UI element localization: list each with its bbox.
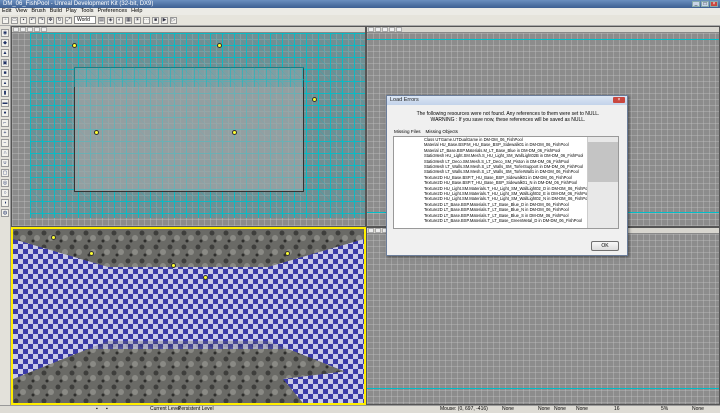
tab-missing-objects[interactable]: Missing Objects <box>425 129 459 134</box>
light-actor-icon[interactable] <box>217 43 222 48</box>
maximize-button[interactable]: □ <box>701 1 709 7</box>
build-lighting-icon[interactable]: ☀ <box>134 16 141 24</box>
light-actor-icon[interactable] <box>285 251 290 256</box>
menu-view[interactable]: View <box>15 8 27 15</box>
open-icon[interactable]: ▭ <box>11 16 18 24</box>
cone-brush-icon[interactable]: ▴ <box>1 79 9 87</box>
menu-play[interactable]: Play <box>66 8 77 15</box>
dialog-message: The following resources were not found. … <box>397 111 619 123</box>
status-none-2: None <box>538 406 550 412</box>
pool-edge-wire <box>74 67 304 87</box>
window-title-bar: DM_06_FishPool - Unreal Development Kit … <box>0 0 720 8</box>
matinee-icon[interactable]: ◐ <box>116 16 123 24</box>
minimize-button[interactable]: _ <box>692 1 700 7</box>
wire-line <box>367 388 719 389</box>
show-all-icon[interactable]: ◍ <box>1 209 9 217</box>
rotate-icon[interactable]: ↻ <box>56 16 63 24</box>
current-level-label: Current Level: <box>150 406 182 412</box>
light-actor-icon[interactable] <box>171 263 176 268</box>
deintersect-csg-icon[interactable]: ∪ <box>1 159 9 167</box>
top-viewport[interactable] <box>11 26 366 227</box>
texture-mode-icon[interactable]: ▣ <box>1 59 9 67</box>
list-item: Texture2D LT_Base.BSP.Materials.T_LT_Bas… <box>424 218 582 224</box>
light-actor-icon[interactable] <box>203 275 208 280</box>
light-actor-icon[interactable] <box>89 251 94 256</box>
light-actor-icon[interactable] <box>51 235 56 240</box>
menu-preferences[interactable]: Preferences <box>97 8 127 15</box>
undo-icon[interactable]: ↶ <box>29 16 36 24</box>
select-invert-icon[interactable]: ◑ <box>1 199 9 207</box>
build-geometry-icon[interactable]: ▦ <box>125 16 132 24</box>
sheet-brush-icon[interactable]: ▬ <box>1 99 9 107</box>
light-actor-icon[interactable] <box>94 130 99 135</box>
lock-icon[interactable]: ▪ <box>96 406 98 413</box>
level-icon[interactable]: ▪ <box>106 406 108 413</box>
menu-edit[interactable]: Edit <box>2 8 11 15</box>
play-in-editor-icon[interactable]: ▷ <box>170 16 177 24</box>
perspective-viewport[interactable] <box>11 227 366 405</box>
menu-build[interactable]: Build <box>50 8 62 15</box>
window-controls: _ □ × <box>692 1 718 7</box>
menu-bar: Edit View Brush Build Play Tools Prefere… <box>0 8 720 15</box>
terrain-mode-icon[interactable]: ▲ <box>1 49 9 57</box>
mouse-coordinates: Mouse: (0, 697, -416) <box>440 406 488 412</box>
close-window-button[interactable]: × <box>710 1 718 7</box>
subtract-csg-icon[interactable]: − <box>1 139 9 147</box>
coordinate-system-select[interactable]: World <box>74 16 96 24</box>
status-none-3: None <box>554 406 566 412</box>
add-csg-icon[interactable]: + <box>1 129 9 137</box>
status-none-4: None <box>576 406 588 412</box>
intersect-csg-icon[interactable]: ∩ <box>1 149 9 157</box>
new-icon[interactable]: ▫ <box>2 16 9 24</box>
perspective-scene <box>13 229 364 403</box>
list-scrollbar[interactable] <box>587 137 618 228</box>
hide-selected-icon[interactable]: ○ <box>1 189 9 197</box>
ok-button[interactable]: OK <box>591 241 619 251</box>
stairs-brush-icon[interactable]: ⌐ <box>1 119 9 127</box>
load-errors-dialog: Load Errors × The following resources we… <box>386 95 628 256</box>
build-paths-icon[interactable]: ⋯ <box>143 16 150 24</box>
translate-icon[interactable]: ✥ <box>47 16 54 24</box>
tab-missing-files[interactable]: Missing Files <box>393 129 422 134</box>
menu-tools[interactable]: Tools <box>81 8 94 15</box>
redo-icon[interactable]: ↷ <box>38 16 45 24</box>
content-browser-icon[interactable]: ▤ <box>98 16 105 24</box>
grid-size[interactable]: 16 <box>614 406 620 413</box>
scale-icon[interactable]: ⤢ <box>65 16 72 24</box>
missing-objects-list[interactable]: Class UTGame.UTDualGame in DM-DM_06_Fish… <box>393 136 619 229</box>
menu-brush[interactable]: Brush <box>31 8 45 15</box>
wire-line <box>367 39 719 40</box>
geometry-mode-icon[interactable]: ◆ <box>1 39 9 47</box>
dialog-tabs: Missing Files Missing Objects <box>393 129 459 134</box>
volume-icon[interactable]: ▢ <box>1 169 9 177</box>
build-all-icon[interactable]: ■ <box>152 16 159 24</box>
show-selected-icon[interactable]: ◎ <box>1 179 9 187</box>
dialog-title: Load Errors <box>387 96 627 105</box>
viewport-toolbar <box>367 27 719 33</box>
status-none-1: None <box>502 406 514 412</box>
current-level-value[interactable]: Persistent Level <box>178 406 214 413</box>
window-title: DM_06_FishPool - Unreal Development Kit … <box>3 1 154 7</box>
camera-mode-icon[interactable]: ◉ <box>1 29 9 37</box>
dialog-warning-line: WARNING : If you save now, these referen… <box>430 117 586 123</box>
light-actor-icon[interactable] <box>232 130 237 135</box>
mode-toolbar: ◉ ◆ ▲ ▣ ■ ▴ ▮ ▬ ● ⌐ + − ∩ ∪ ▢ ◎ ○ ◑ ◍ <box>0 26 11 405</box>
dialog-close-button[interactable]: × <box>613 97 625 103</box>
menu-help[interactable]: Help <box>131 8 142 15</box>
cube-brush-icon[interactable]: ■ <box>1 69 9 77</box>
snap-percent[interactable]: 5% <box>661 406 668 413</box>
status-bar: ▪ ▪ Current Level: Persistent Level Mous… <box>0 405 720 413</box>
cylinder-brush-icon[interactable]: ▮ <box>1 89 9 97</box>
kismet-icon[interactable]: ◈ <box>107 16 114 24</box>
light-actor-icon[interactable] <box>72 43 77 48</box>
play-icon[interactable]: ▶ <box>161 16 168 24</box>
main-toolbar: ▫ ▭ ▪ ↶ ↷ ✥ ↻ ⤢ World ▤ ◈ ◐ ▦ ☀ ⋯ ■ ▶ ▷ <box>0 15 720 26</box>
sphere-brush-icon[interactable]: ● <box>1 109 9 117</box>
light-actor-icon[interactable] <box>312 97 317 102</box>
scrollbar-thumb[interactable] <box>588 142 618 182</box>
status-none-5: None <box>692 406 704 412</box>
save-icon[interactable]: ▪ <box>20 16 27 24</box>
